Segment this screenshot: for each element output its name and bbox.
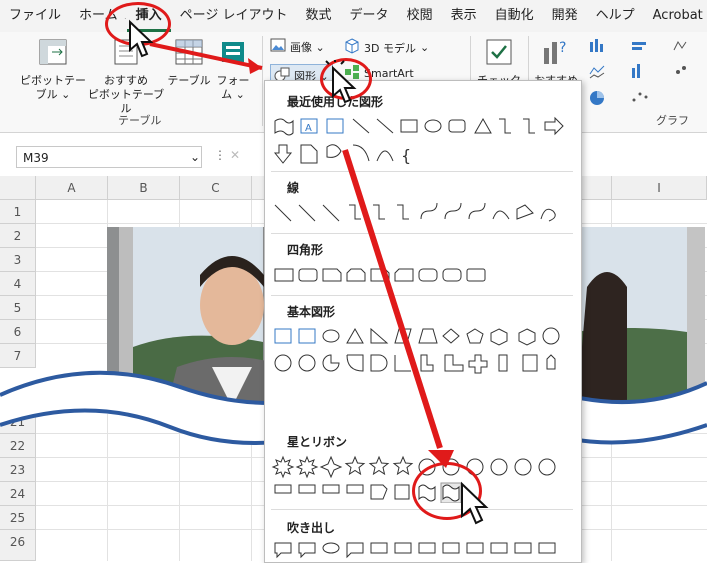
cursor-pointer-icon: [461, 481, 489, 525]
cursor-pointer-icon: [325, 60, 357, 104]
cursor-pointer-icon: [124, 18, 154, 58]
